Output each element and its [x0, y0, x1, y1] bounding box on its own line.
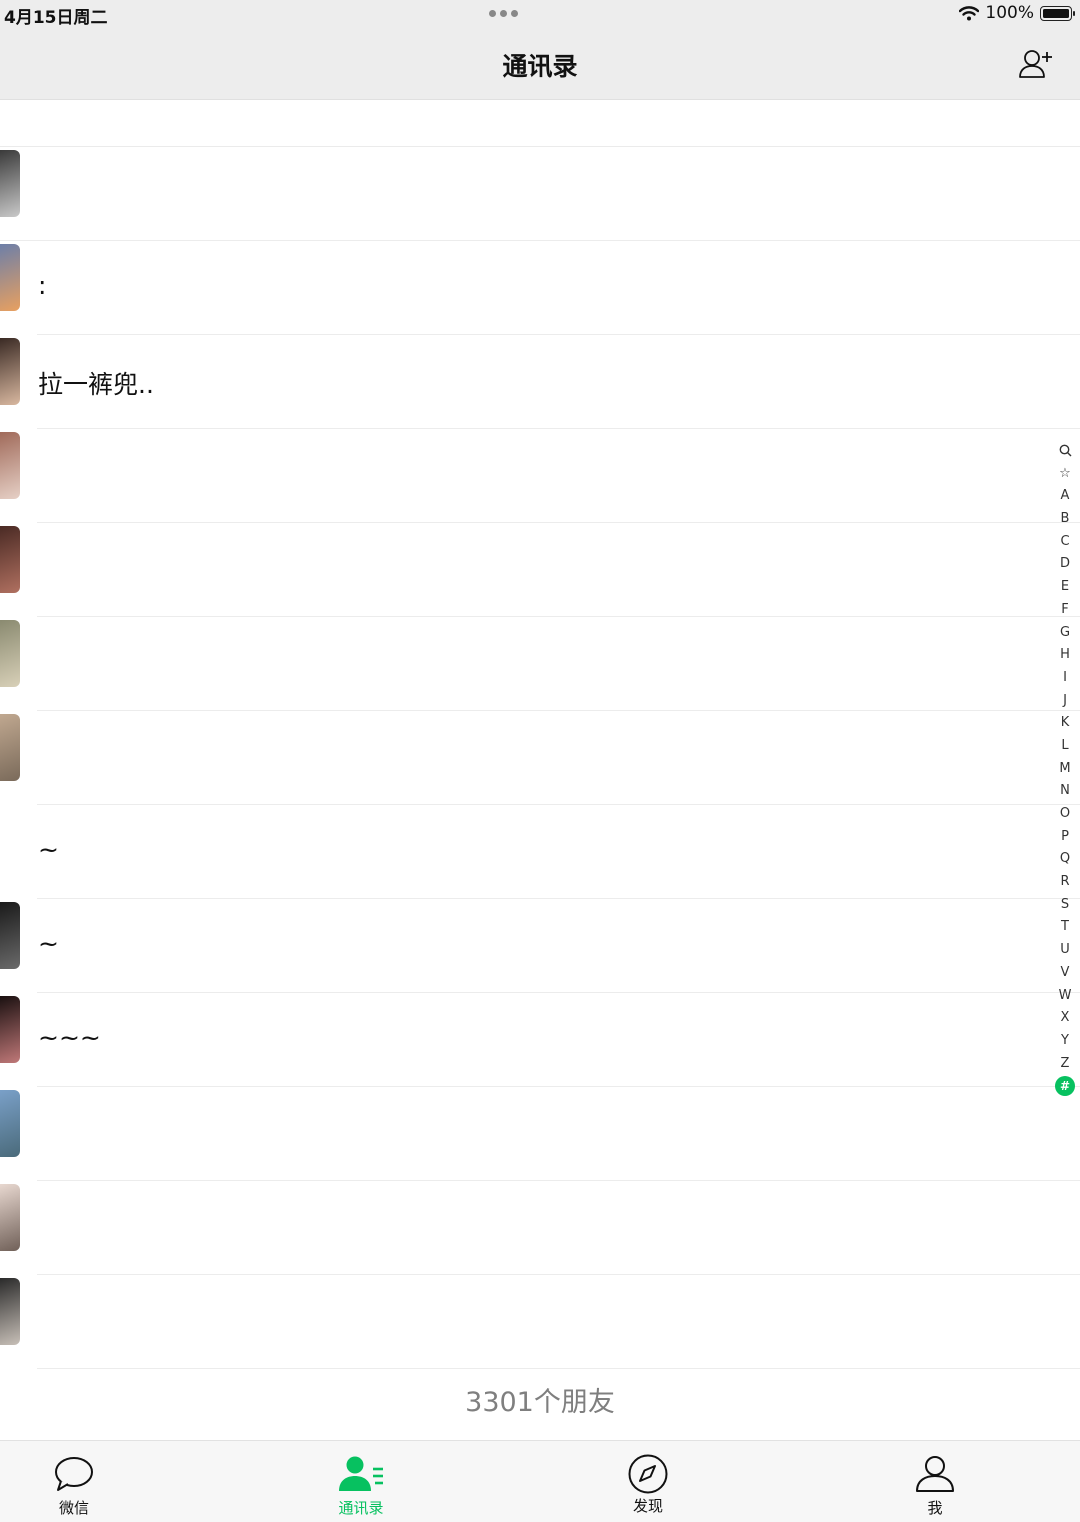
- index-letter[interactable]: U: [1054, 939, 1076, 962]
- row-divider: [37, 1368, 1080, 1369]
- avatar: [0, 1090, 20, 1157]
- contact-name: 拉一裤兜..: [38, 370, 154, 399]
- tab-label: 通讯录: [338, 1499, 384, 1517]
- index-letter[interactable]: X: [1054, 1007, 1076, 1030]
- status-indicators: 100%: [959, 3, 1075, 23]
- index-letter[interactable]: A: [1054, 485, 1076, 508]
- tab-bar: 微信 通讯录 发现 我: [0, 1440, 1080, 1522]
- navigation-bar: 通讯录: [0, 30, 1080, 100]
- tab-contacts[interactable]: 通讯录: [301, 1441, 421, 1522]
- contact-row[interactable]: [0, 711, 1080, 805]
- contact-name: :: [38, 271, 47, 300]
- tab-discover[interactable]: 发现: [588, 1441, 708, 1522]
- status-bar: 4月15日周二 100%: [0, 0, 1080, 30]
- contact-row[interactable]: 拉一裤兜..: [0, 335, 1080, 429]
- contact-row[interactable]: [0, 1087, 1080, 1181]
- index-letter[interactable]: D: [1054, 553, 1076, 576]
- index-star-icon[interactable]: ☆: [1054, 463, 1076, 486]
- avatar: [0, 620, 20, 687]
- contact-name: ~: [38, 835, 59, 864]
- avatar: [0, 150, 20, 217]
- index-letter[interactable]: W: [1054, 985, 1076, 1008]
- chat-bubble-icon: [55, 1457, 93, 1491]
- tab-label: 微信: [58, 1499, 89, 1517]
- alphabet-index-bar[interactable]: ☆ A B C D E F G H I J K L M N O P Q R S T U V W X Y Z #: [1054, 440, 1076, 1097]
- tab-me[interactable]: 我: [875, 1441, 995, 1522]
- compass-icon: [628, 1454, 668, 1494]
- index-letter[interactable]: N: [1054, 780, 1076, 803]
- battery-icon: [1040, 5, 1075, 21]
- page-title: 通讯录: [502, 52, 578, 81]
- contacts-icon: [339, 1456, 383, 1491]
- index-letter[interactable]: Y: [1054, 1030, 1076, 1053]
- add-contact-icon[interactable]: [1018, 48, 1054, 80]
- multitasking-dots-icon[interactable]: [489, 10, 518, 17]
- index-letter[interactable]: L: [1054, 735, 1076, 758]
- contact-row[interactable]: [0, 1275, 1080, 1369]
- avatar: [0, 714, 20, 781]
- contact-name: ~: [38, 929, 59, 958]
- index-letter[interactable]: S: [1054, 894, 1076, 917]
- index-letter[interactable]: O: [1054, 803, 1076, 826]
- contact-row[interactable]: ~: [0, 805, 1080, 899]
- index-letter[interactable]: R: [1054, 871, 1076, 894]
- contact-row[interactable]: [0, 429, 1080, 523]
- avatar: [0, 526, 20, 593]
- index-letter[interactable]: P: [1054, 826, 1076, 849]
- index-letter[interactable]: K: [1054, 712, 1076, 735]
- index-letter[interactable]: C: [1054, 531, 1076, 554]
- battery-percentage: 100%: [985, 3, 1034, 23]
- index-letter[interactable]: T: [1054, 916, 1076, 939]
- contact-row[interactable]: [0, 1181, 1080, 1275]
- index-letter[interactable]: Q: [1054, 848, 1076, 871]
- contact-row[interactable]: ~: [0, 899, 1080, 993]
- contact-row[interactable]: :: [0, 241, 1080, 335]
- person-icon: [916, 1456, 954, 1492]
- avatar: [0, 996, 20, 1063]
- avatar: [0, 902, 20, 969]
- index-letter[interactable]: I: [1054, 667, 1076, 690]
- tab-label: 发现: [632, 1497, 663, 1515]
- index-search-icon[interactable]: [1054, 440, 1076, 463]
- index-letter[interactable]: G: [1054, 622, 1076, 645]
- index-letter[interactable]: E: [1054, 576, 1076, 599]
- friend-count: 3301个朋友: [465, 1387, 615, 1418]
- index-letter[interactable]: #: [1055, 1076, 1075, 1097]
- status-time: 4月15日周二: [4, 8, 108, 28]
- contact-list[interactable]: : 拉一裤兜.. ~ ~ ~~~: [0, 147, 1080, 1369]
- contact-name: ~~~: [38, 1023, 101, 1052]
- tab-chats[interactable]: 微信: [14, 1441, 134, 1522]
- index-letter[interactable]: Z: [1054, 1053, 1076, 1076]
- tab-label: 我: [927, 1499, 943, 1517]
- index-letter[interactable]: H: [1054, 644, 1076, 667]
- wifi-icon: [959, 5, 980, 20]
- avatar: [0, 432, 20, 499]
- contact-row[interactable]: [0, 617, 1080, 711]
- list-header-area: [0, 100, 1080, 147]
- avatar: [0, 244, 20, 311]
- contact-row[interactable]: [0, 147, 1080, 241]
- avatar: [0, 338, 20, 405]
- index-letter[interactable]: F: [1054, 599, 1076, 622]
- index-letter[interactable]: V: [1054, 962, 1076, 985]
- index-letter[interactable]: M: [1054, 758, 1076, 781]
- index-letter[interactable]: B: [1054, 508, 1076, 531]
- index-letter[interactable]: J: [1054, 690, 1076, 713]
- contact-row[interactable]: [0, 523, 1080, 617]
- contact-row[interactable]: ~~~: [0, 993, 1080, 1087]
- avatar: [0, 1184, 20, 1251]
- avatar: [0, 1278, 20, 1345]
